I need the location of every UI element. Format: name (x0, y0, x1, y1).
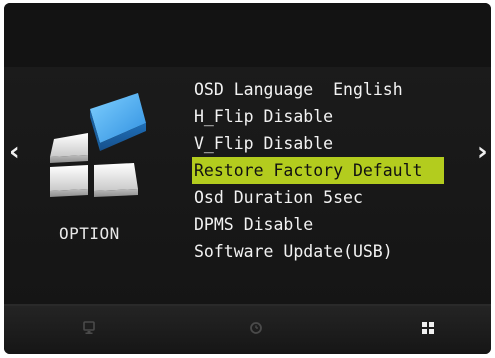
menu-item-value: 5sec (323, 188, 363, 207)
menu-item-gap (254, 134, 264, 153)
menu-item-v-flip[interactable]: V_Flip Disable (192, 130, 444, 157)
top-bar (4, 3, 491, 67)
menu-item-label: Osd Duration (194, 188, 314, 207)
osd-screen: ‹ › OPTION OSD Language English H_Flip D… (4, 3, 491, 354)
chevron-left-icon[interactable]: ‹ (9, 139, 20, 165)
menu-item-dpms[interactable]: DPMS Disable (192, 211, 444, 238)
menu-item-gap (313, 188, 323, 207)
menu-item-value: Disable (263, 107, 334, 126)
menu-item-label: V_Flip (194, 134, 254, 153)
menu-item-label: Software Update(USB) (194, 242, 393, 261)
menu-item-gap (254, 107, 264, 126)
menu-item-value: English (333, 80, 403, 99)
menu-item-label: H_Flip (194, 107, 254, 126)
clock-icon[interactable] (249, 321, 263, 335)
menu-item-osd-duration[interactable]: Osd Duration 5sec (192, 184, 444, 211)
monitor-icon[interactable] (82, 321, 96, 335)
menu-item-h-flip[interactable]: H_Flip Disable (192, 103, 444, 130)
menu-item-label: OSD Language (194, 80, 314, 99)
menu-item-label: Restore Factory Default (194, 161, 423, 180)
option-blocks-icon (50, 93, 146, 197)
menu-item-restore-factory-default[interactable]: Restore Factory Default (192, 157, 444, 184)
options-menu: OSD Language English H_Flip Disable V_Fl… (192, 76, 444, 265)
osd-frame: ‹ › OPTION OSD Language English H_Flip D… (0, 0, 495, 358)
bottom-bar (4, 306, 491, 354)
category-label: OPTION (59, 224, 120, 243)
menu-item-value: Disable (263, 134, 334, 153)
menu-item-gap (234, 215, 244, 234)
menu-item-value: Disable (243, 215, 314, 234)
menu-item-software-update[interactable]: Software Update(USB) (192, 238, 444, 265)
chevron-right-icon[interactable]: › (477, 139, 488, 165)
menu-item-osd-language[interactable]: OSD Language English (192, 76, 444, 103)
menu-item-gap (313, 80, 333, 99)
menu-item-label: DPMS (194, 215, 234, 234)
grid-icon[interactable] (421, 321, 435, 335)
